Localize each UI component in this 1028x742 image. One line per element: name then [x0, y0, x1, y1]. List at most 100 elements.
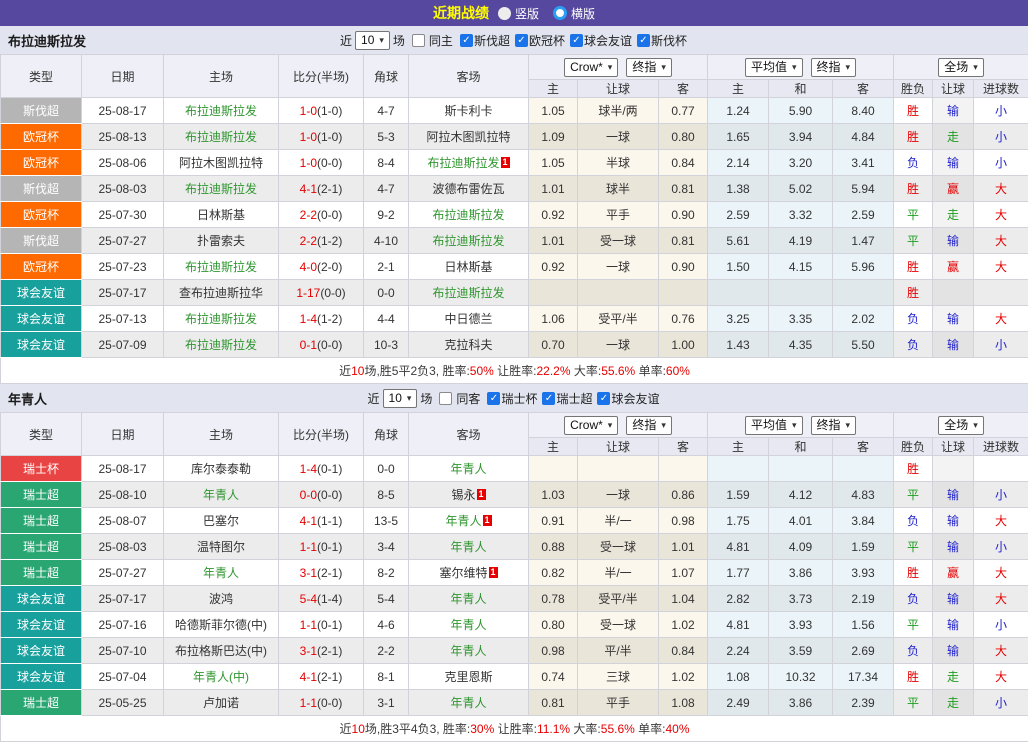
away-team[interactable]: 克里恩斯 — [409, 664, 529, 690]
away-team[interactable]: 塞尔维特1 — [409, 560, 529, 586]
match-count-select[interactable]: 10▾ — [383, 389, 418, 408]
away-team[interactable]: 年青人 — [409, 690, 529, 716]
corner-count: 8-2 — [364, 560, 409, 586]
league-badge: 球会友谊 — [1, 664, 82, 690]
fulltime-score: 1-17 — [296, 286, 320, 300]
corner-count: 5-4 — [364, 586, 409, 612]
section-header: 布拉迪斯拉发 近 10▾ 场 同主 ✓斯伐超✓欧冠杯✓球会友谊✓斯伐杯 — [0, 26, 1028, 54]
avg-home-odds: 5.61 — [708, 228, 769, 254]
away-team[interactable]: 克拉科夫 — [409, 332, 529, 358]
corner-count: 8-4 — [364, 150, 409, 176]
average-final-select[interactable]: 终指▾ — [811, 58, 857, 77]
home-team[interactable]: 布拉迪斯拉发 — [164, 124, 279, 150]
result-wdl: 平 — [894, 202, 933, 228]
home-team[interactable]: 哈德斯菲尔德(中) — [164, 612, 279, 638]
home-team[interactable]: 巴塞尔 — [164, 508, 279, 534]
radio-selected-icon[interactable] — [553, 6, 567, 20]
home-team[interactable]: 卢加诺 — [164, 690, 279, 716]
home-team[interactable]: 布拉迪斯拉发 — [164, 306, 279, 332]
bookmaker-select[interactable]: Crow*▾ — [564, 58, 618, 77]
home-team[interactable]: 扑雷索夫 — [164, 228, 279, 254]
home-team[interactable]: 年青人(中) — [164, 664, 279, 690]
away-team[interactable]: 波德布雷佐瓦 — [409, 176, 529, 202]
away-team[interactable]: 布拉迪斯拉发1 — [409, 150, 529, 176]
away-team[interactable]: 布拉迪斯拉发 — [409, 280, 529, 306]
summary-row: 近10场,胜5平2负3, 胜率:50% 让胜率:22.2% 大率:55.6% 单… — [1, 358, 1028, 384]
fulltime-select[interactable]: 全场▾ — [938, 58, 984, 77]
away-team[interactable]: 日林斯基 — [409, 254, 529, 280]
league-checkbox[interactable]: ✓ — [542, 392, 555, 405]
home-team[interactable]: 温特图尔 — [164, 534, 279, 560]
bookmaker-select[interactable]: Crow*▾ — [564, 416, 618, 435]
away-team[interactable]: 年青人1 — [409, 508, 529, 534]
col-crow-away: 客 — [659, 80, 708, 98]
crow-home-odds: 0.70 — [529, 332, 578, 358]
away-team[interactable]: 布拉迪斯拉发 — [409, 202, 529, 228]
away-team[interactable]: 阿拉木图凯拉特 — [409, 124, 529, 150]
home-team[interactable]: 布拉迪斯拉发 — [164, 254, 279, 280]
halftime-score: (0-0) — [317, 208, 342, 222]
corner-count: 13-5 — [364, 508, 409, 534]
home-team[interactable]: 查布拉迪斯拉华 — [164, 280, 279, 306]
league-checkbox[interactable]: ✓ — [597, 392, 610, 405]
league-checkbox[interactable]: ✓ — [487, 392, 500, 405]
home-team[interactable]: 波鸿 — [164, 586, 279, 612]
score-cell: 4-0(2-0) — [279, 254, 364, 280]
fulltime-score: 3-1 — [300, 644, 317, 658]
summary-segment: 大率: — [570, 722, 601, 736]
league-checkbox[interactable]: ✓ — [460, 34, 473, 47]
league-checkbox[interactable]: ✓ — [515, 34, 528, 47]
home-team[interactable]: 阿拉木图凯拉特 — [164, 150, 279, 176]
home-team[interactable]: 日林斯基 — [164, 202, 279, 228]
fulltime-score: 2-2 — [300, 208, 317, 222]
match-count-select[interactable]: 10▾ — [355, 31, 390, 50]
score-cell: 1-4(0-1) — [279, 456, 364, 482]
away-team[interactable]: 年青人 — [409, 638, 529, 664]
away-team[interactable]: 布拉迪斯拉发 — [409, 228, 529, 254]
league-filter-label: 斯伐超 — [474, 32, 510, 49]
league-badge: 球会友谊 — [1, 586, 82, 612]
away-team[interactable]: 斯卡利卡 — [409, 98, 529, 124]
league-checkbox[interactable]: ✓ — [637, 34, 650, 47]
away-team[interactable]: 锡永1 — [409, 482, 529, 508]
away-team[interactable]: 年青人 — [409, 612, 529, 638]
result-handicap: 赢 — [933, 176, 974, 202]
match-date: 25-08-06 — [82, 150, 164, 176]
summary-row: 近10场,胜3平4负3, 胜率:30% 让胜率:11.1% 大率:55.6% 单… — [1, 716, 1028, 742]
crow-away-odds: 0.98 — [659, 508, 708, 534]
avg-draw-odds: 3.35 — [769, 306, 833, 332]
average-select[interactable]: 平均值▾ — [745, 416, 803, 435]
chevron-down-icon: ▾ — [846, 60, 851, 75]
result-goals — [974, 280, 1028, 306]
bookmaker-final-select[interactable]: 终指▾ — [626, 416, 672, 435]
away-team[interactable]: 中日德兰 — [409, 306, 529, 332]
crow-away-odds: 1.02 — [659, 612, 708, 638]
league-checkbox[interactable]: ✓ — [570, 34, 583, 47]
avg-away-odds: 1.47 — [833, 228, 894, 254]
same-venue-checkbox[interactable] — [412, 34, 425, 47]
home-team[interactable]: 年青人 — [164, 560, 279, 586]
away-team[interactable]: 年青人 — [409, 586, 529, 612]
fulltime-select[interactable]: 全场▾ — [938, 416, 984, 435]
average-select[interactable]: 平均值▾ — [745, 58, 803, 77]
home-team[interactable]: 布拉迪斯拉发 — [164, 176, 279, 202]
radio-unselected-icon[interactable] — [498, 7, 511, 20]
home-team[interactable]: 年青人 — [164, 482, 279, 508]
crow-handicap — [578, 280, 659, 306]
average-final-select[interactable]: 终指▾ — [811, 416, 857, 435]
horizontal-layout-radio[interactable]: 横版 — [553, 5, 595, 22]
match-date: 25-08-03 — [82, 176, 164, 202]
same-venue-checkbox[interactable] — [439, 392, 452, 405]
league-badge: 瑞士超 — [1, 508, 82, 534]
home-team[interactable]: 布拉迪斯拉发 — [164, 98, 279, 124]
away-team[interactable]: 年青人 — [409, 456, 529, 482]
vertical-layout-radio[interactable]: 竖版 — [498, 5, 539, 22]
result-handicap: 赢 — [933, 560, 974, 586]
home-team[interactable]: 库尔泰泰勒 — [164, 456, 279, 482]
layout-mode-radios: 竖版 横版 — [498, 5, 595, 22]
away-team[interactable]: 年青人 — [409, 534, 529, 560]
avg-draw-odds: 3.32 — [769, 202, 833, 228]
bookmaker-final-select[interactable]: 终指▾ — [626, 58, 672, 77]
home-team[interactable]: 布拉迪斯拉发 — [164, 332, 279, 358]
home-team[interactable]: 布拉格斯巴达(中) — [164, 638, 279, 664]
